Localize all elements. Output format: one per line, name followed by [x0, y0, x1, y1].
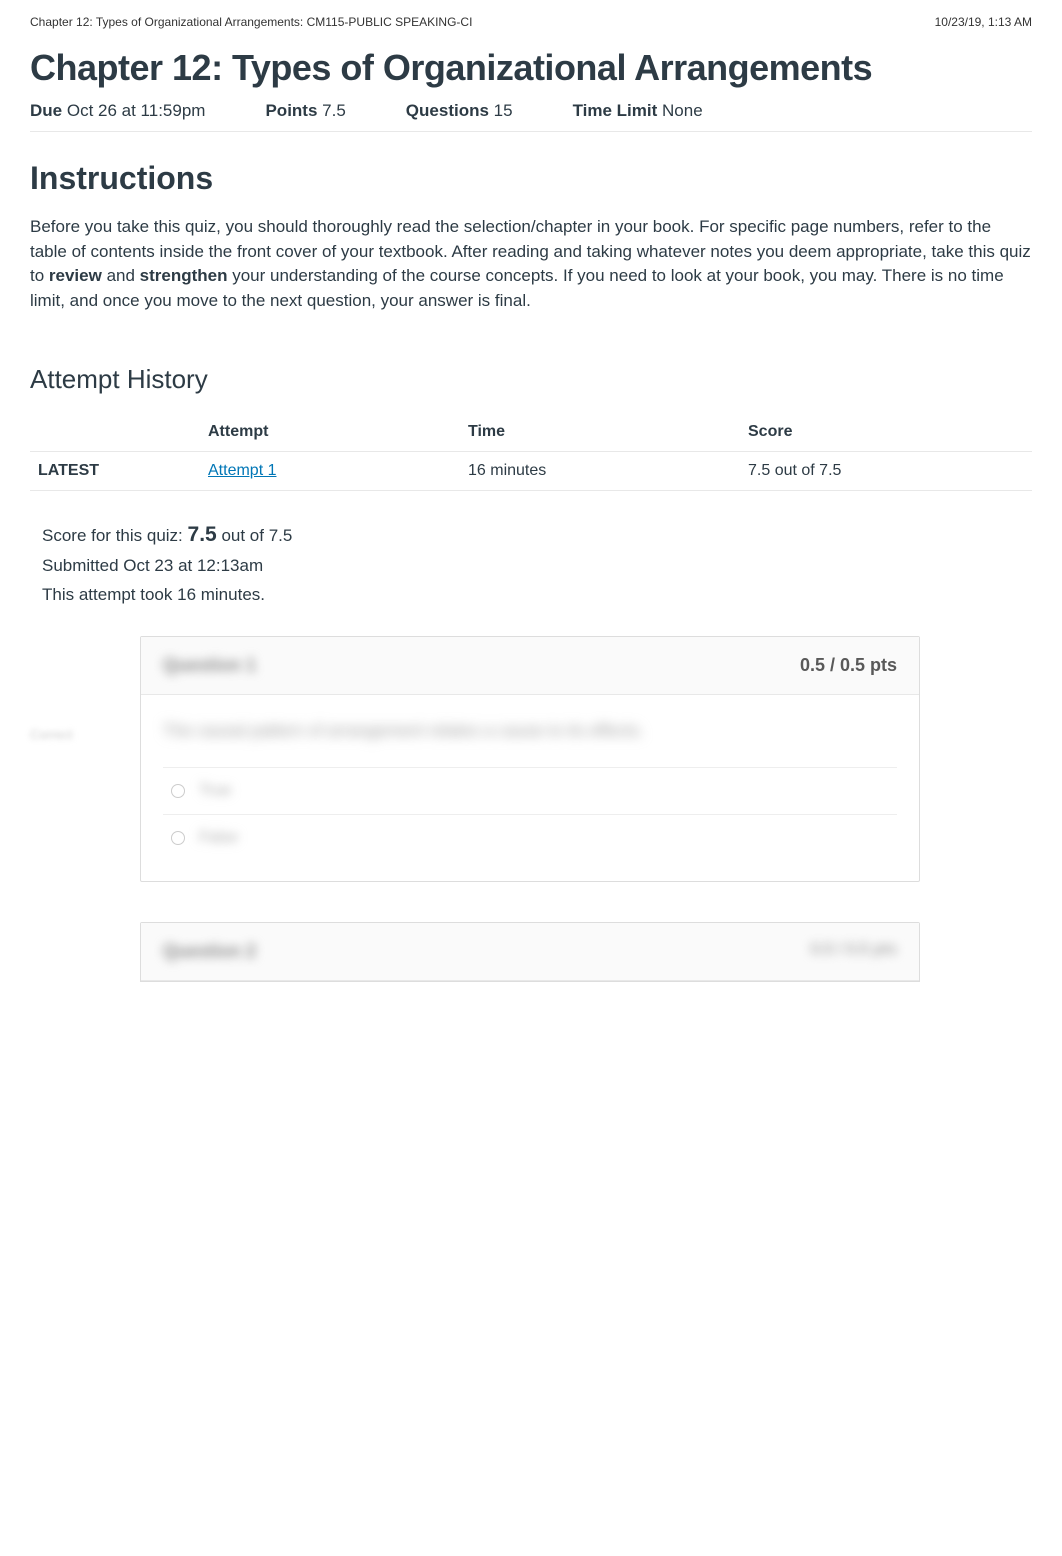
instructions-mid: and — [102, 266, 140, 285]
page-timestamp: 10/23/19, 1:13 AM — [935, 15, 1032, 29]
question-side-label: Correct — [30, 636, 140, 882]
instructions-strengthen: strengthen — [140, 266, 228, 285]
due-label: Due — [30, 101, 62, 120]
score-summary: Score for this quiz: 7.5 out of 7.5 Subm… — [42, 517, 1032, 610]
header-blank — [30, 413, 200, 451]
question-card-2: Question 2 0.5 / 0.5 pts — [140, 922, 920, 982]
instructions-body: Before you take this quiz, you should th… — [30, 215, 1032, 314]
breadcrumb: Chapter 12: Types of Organizational Arra… — [30, 15, 472, 29]
question-1-body: The causal pattern of arrangement relate… — [163, 721, 897, 741]
duration-line: This attempt took 16 minutes. — [42, 581, 1032, 610]
correct-label: Correct — [30, 727, 73, 742]
attempt-score: 7.5 out of 7.5 — [740, 452, 1032, 490]
header-attempt: Attempt — [200, 413, 460, 451]
instructions-heading: Instructions — [30, 160, 1032, 197]
latest-label: LATEST — [30, 452, 200, 490]
answer-row-true: True — [163, 767, 897, 814]
answer-false: False — [199, 829, 238, 847]
meta-questions: Questions 15 — [406, 101, 513, 121]
question-card-1: Question 1 0.5 / 0.5 pts The causal patt… — [140, 636, 920, 882]
page-title: Chapter 12: Types of Organizational Arra… — [30, 47, 1032, 89]
question-2-title: Question 2 — [163, 941, 256, 962]
question-2-points: 0.5 / 0.5 pts — [811, 941, 897, 962]
score-post: out of 7.5 — [217, 526, 293, 545]
score-value: 7.5 — [188, 523, 217, 546]
score-line1: Score for this quiz: 7.5 out of 7.5 — [42, 517, 1032, 553]
timelimit-value: None — [662, 101, 703, 120]
table-header: Attempt Time Score — [30, 413, 1032, 452]
instructions-review: review — [49, 266, 102, 285]
header-score: Score — [740, 413, 1032, 451]
timelimit-label: Time Limit — [573, 101, 658, 120]
questions-value: 15 — [494, 101, 513, 120]
radio-icon — [171, 831, 185, 845]
meta-points: Points 7.5 — [265, 101, 345, 121]
meta-timelimit: Time Limit None — [573, 101, 703, 121]
attempt-link[interactable]: Attempt 1 — [208, 462, 276, 479]
radio-icon — [171, 784, 185, 798]
question-1-points: 0.5 / 0.5 pts — [800, 655, 897, 676]
attempt-history-table: Attempt Time Score LATEST Attempt 1 16 m… — [30, 413, 1032, 491]
questions-label: Questions — [406, 101, 489, 120]
due-value: Oct 26 at 11:59pm — [67, 101, 206, 120]
attempt-time: 16 minutes — [460, 452, 740, 490]
header-time: Time — [460, 413, 740, 451]
table-row: LATEST Attempt 1 16 minutes 7.5 out of 7… — [30, 452, 1032, 491]
answer-row-false: False — [163, 814, 897, 861]
points-label: Points — [265, 101, 317, 120]
points-value: 7.5 — [322, 101, 346, 120]
attempt-history-heading: Attempt History — [30, 364, 1032, 395]
quiz-meta: Due Oct 26 at 11:59pm Points 7.5 Questio… — [30, 101, 1032, 132]
meta-due: Due Oct 26 at 11:59pm — [30, 101, 205, 121]
submitted-line: Submitted Oct 23 at 12:13am — [42, 552, 1032, 581]
score-pre: Score for this quiz: — [42, 526, 188, 545]
question-1-title: Question 1 — [163, 655, 256, 676]
answer-true: True — [199, 782, 231, 800]
